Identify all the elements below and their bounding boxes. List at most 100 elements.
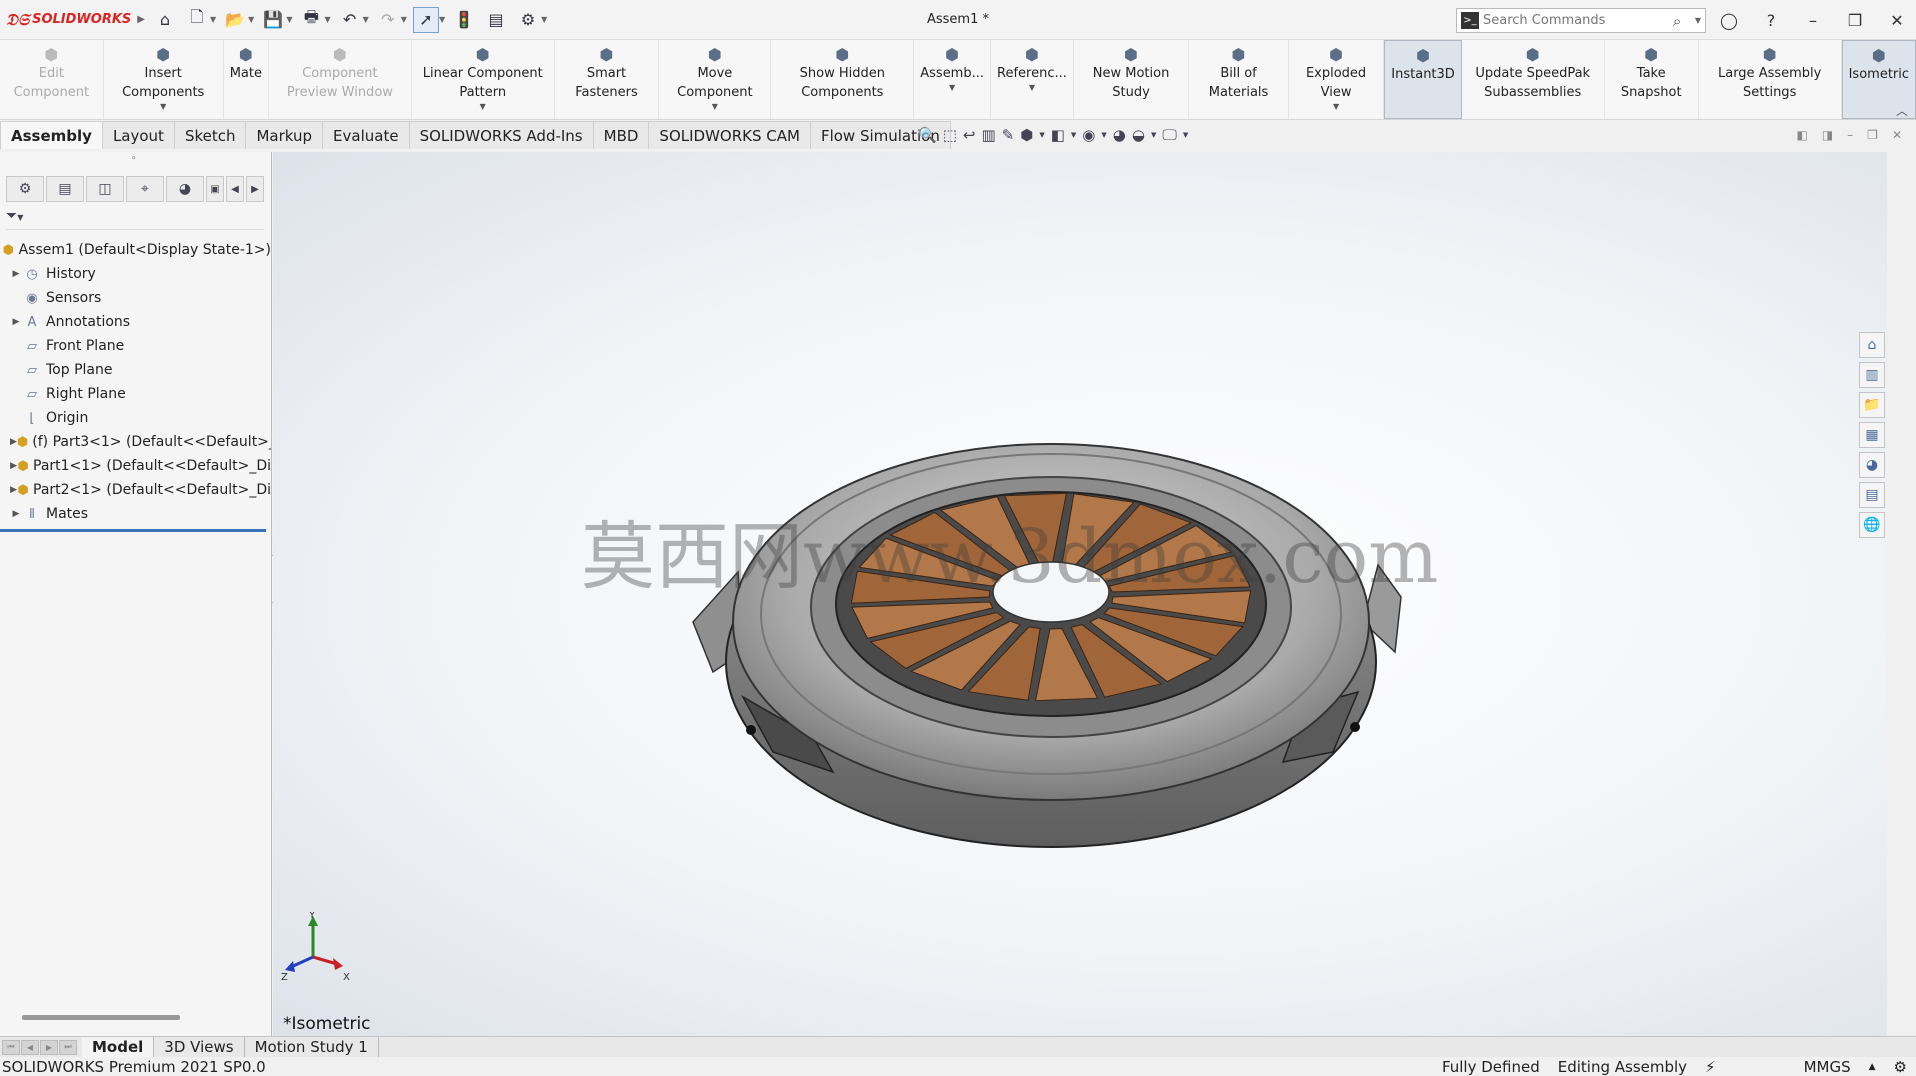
tab-evaluate[interactable]: Evaluate	[322, 121, 410, 149]
clutch-pressure-plate-model[interactable]	[273, 152, 1887, 1036]
home-icon[interactable]: ⌂	[152, 7, 178, 33]
tab-assembly[interactable]: Assembly	[0, 121, 103, 149]
save-icon[interactable]: 💾	[260, 7, 286, 33]
first-tab-icon[interactable]: ⏮	[2, 1039, 20, 1055]
tree-item-right-plane[interactable]: ▱ Right Plane	[0, 382, 271, 406]
configuration-manager-tab-icon[interactable]: ◫	[86, 176, 124, 202]
display-manager-tab-icon[interactable]: ◕	[166, 176, 204, 202]
print-icon[interactable]: 🖶	[298, 7, 324, 33]
command-take-snapshot[interactable]: ⬢ Take Snapshot	[1605, 40, 1699, 119]
solidworks-logo[interactable]: 𝔇𝔖 SOLIDWORKS ▶	[0, 10, 145, 30]
command-large-assembly-settings[interactable]: ⬢ Large Assembly Settings	[1699, 40, 1842, 119]
last-tab-icon[interactable]: ⏭	[59, 1039, 77, 1055]
scroll-left-icon[interactable]: ◀	[226, 176, 244, 202]
command-exploded-view[interactable]: ⬢ Exploded View ▼	[1289, 40, 1385, 119]
cam-tab-icon[interactable]: ▣	[206, 176, 224, 202]
minimize-icon[interactable]: –	[1794, 6, 1832, 34]
tab-layout[interactable]: Layout	[101, 121, 175, 149]
view-palette-icon[interactable]: ▦	[1859, 422, 1885, 448]
search-icon[interactable]: ⌕	[1673, 12, 1695, 30]
tab-solidworks-add-ins[interactable]: SOLIDWORKS Add-Ins	[408, 121, 594, 149]
dropdown-arrow-icon[interactable]: ▼	[160, 102, 166, 112]
hide-show-icon[interactable]: ◉	[1082, 126, 1095, 144]
dimxpert-tab-icon[interactable]: ⌖	[126, 176, 164, 202]
units-selector[interactable]: MMGS	[1795, 1058, 1860, 1076]
command-assemb[interactable]: ⬢ Assemb... ▼	[914, 40, 991, 119]
restore-icon[interactable]: ❐	[1836, 6, 1874, 34]
command-linear-component-pattern[interactable]: ⬢ Linear Component Pattern ▼	[412, 40, 555, 119]
tree-item-part1-1-default-default-di[interactable]: ▶ ⬢ Part1<1> (Default<<Default>_Di	[0, 454, 271, 478]
doc-close-icon[interactable]: ✕	[1892, 128, 1902, 142]
tile-left-icon[interactable]: ◧	[1796, 128, 1807, 142]
bottom-tab-motion-study-1[interactable]: Motion Study 1	[245, 1037, 379, 1057]
filter-icon[interactable]: ⏷▼	[6, 208, 264, 230]
command-show-hidden-components[interactable]: ⬢ Show Hidden Components	[771, 40, 915, 119]
expand-arrow-icon[interactable]: ▶	[10, 437, 17, 447]
undo-icon[interactable]: ↶	[337, 7, 363, 33]
tree-item-front-plane[interactable]: ▱ Front Plane	[0, 334, 271, 358]
tree-item-part2-1-default-default-di[interactable]: ▶ ⬢ Part2<1> (Default<<Default>_Di	[0, 478, 271, 502]
file-explorer-icon[interactable]: 📁	[1859, 392, 1885, 418]
command-update-speedpak-subassemblies[interactable]: ⬢ Update SpeedPak Subassemblies	[1462, 40, 1605, 119]
property-manager-tab-icon[interactable]: ▤	[46, 176, 84, 202]
customize-icon[interactable]: ⚙	[1885, 1058, 1916, 1076]
doc-minimize-icon[interactable]: –	[1847, 128, 1853, 142]
display-style-icon[interactable]: ◧	[1051, 126, 1065, 144]
options-gear-icon[interactable]: ⚙	[515, 7, 541, 33]
tree-item-sensors[interactable]: ◉ Sensors	[0, 286, 271, 310]
apply-scene-icon[interactable]: ◒	[1132, 126, 1145, 144]
command-move-component[interactable]: ⬢ Move Component ▼	[659, 40, 772, 119]
dropdown-arrow-icon[interactable]: ▼	[1333, 102, 1339, 112]
expand-arrow-icon[interactable]: ▶	[10, 485, 17, 495]
dropdown-arrow-icon[interactable]: ▼	[480, 102, 486, 112]
solidworks-forum-icon[interactable]: 🌐	[1859, 512, 1885, 538]
graphics-area[interactable]: 莫西网www.3dmox.com Y Z X *Isometric ⌂ ▥ 📁 …	[273, 152, 1887, 1036]
zoom-to-area-icon[interactable]: ⬚	[943, 126, 957, 144]
tree-item-mates[interactable]: ▶ ⫴ Mates	[0, 502, 271, 526]
search-input[interactable]	[1483, 13, 1673, 28]
next-tab-icon[interactable]: ▶	[40, 1039, 58, 1055]
view-settings-icon[interactable]: 🖵	[1162, 126, 1176, 144]
tree-item-history[interactable]: ▶ ◷ History	[0, 262, 271, 286]
new-document-icon[interactable]: 🗋	[184, 7, 210, 33]
zoom-to-fit-icon[interactable]: 🔍	[918, 126, 937, 144]
select-cursor-icon[interactable]: ➚	[412, 6, 439, 33]
design-library-icon[interactable]: ▥	[1859, 362, 1885, 388]
tree-item-top-plane[interactable]: ▱ Top Plane	[0, 358, 271, 382]
file-properties-icon[interactable]: ▤	[483, 7, 509, 33]
expand-arrow-icon[interactable]: ▶	[10, 317, 22, 327]
bottom-tab-model[interactable]: Model	[82, 1037, 155, 1057]
pane-splitter-handle[interactable]: ⚬	[130, 154, 138, 164]
close-icon[interactable]: ✕	[1878, 6, 1916, 34]
edit-appearance-icon[interactable]: ◕	[1113, 126, 1126, 144]
tab-markup[interactable]: Markup	[245, 121, 324, 149]
dynamic-annotation-icon[interactable]: ✎	[1002, 126, 1015, 144]
custom-properties-icon[interactable]: ▤	[1859, 482, 1885, 508]
command-bill-of-materials[interactable]: ⬢ Bill of Materials	[1189, 40, 1289, 119]
tree-root-assembly[interactable]: ⬢ Assem1 (Default<Display State-1>)	[0, 238, 271, 262]
command-instant3d[interactable]: ⬢ Instant3D	[1384, 40, 1462, 119]
expand-arrow-icon[interactable]: ▶	[10, 509, 22, 519]
dropdown-arrow-icon[interactable]: ▼	[712, 102, 718, 112]
tab-solidworks-cam[interactable]: SOLIDWORKS CAM	[648, 121, 811, 149]
command-component-preview-window[interactable]: ⬢ Component Preview Window	[269, 40, 412, 119]
previous-view-icon[interactable]: ↩	[963, 126, 976, 144]
search-commands[interactable]: >_ ⌕ ▼	[1456, 8, 1706, 33]
tree-item-origin[interactable]: ⌊ Origin	[0, 406, 271, 430]
expand-arrow-icon[interactable]: ▶	[10, 461, 17, 471]
command-mate[interactable]: ⬢ Mate	[224, 40, 269, 119]
rollback-bar[interactable]	[0, 529, 266, 532]
scroll-right-icon[interactable]: ▶	[246, 176, 264, 202]
prev-tab-icon[interactable]: ◀	[21, 1039, 39, 1055]
rebuild-icon[interactable]: ⚡	[1696, 1058, 1725, 1076]
tree-item-annotations[interactable]: ▶ A Annotations	[0, 310, 271, 334]
section-view-icon[interactable]: ▥	[981, 126, 995, 144]
redo-icon[interactable]: ↷	[375, 7, 401, 33]
tile-right-icon[interactable]: ◨	[1822, 128, 1833, 142]
command-edit-component[interactable]: ⬢ Edit Component	[0, 40, 104, 119]
command-smart-fasteners[interactable]: ⬢ Smart Fasteners	[555, 40, 660, 119]
solidworks-resources-icon[interactable]: ⌂	[1859, 332, 1885, 358]
open-folder-icon[interactable]: 📂	[222, 7, 248, 33]
doc-restore-icon[interactable]: ❐	[1867, 128, 1878, 142]
help-icon[interactable]: ?	[1752, 6, 1790, 34]
